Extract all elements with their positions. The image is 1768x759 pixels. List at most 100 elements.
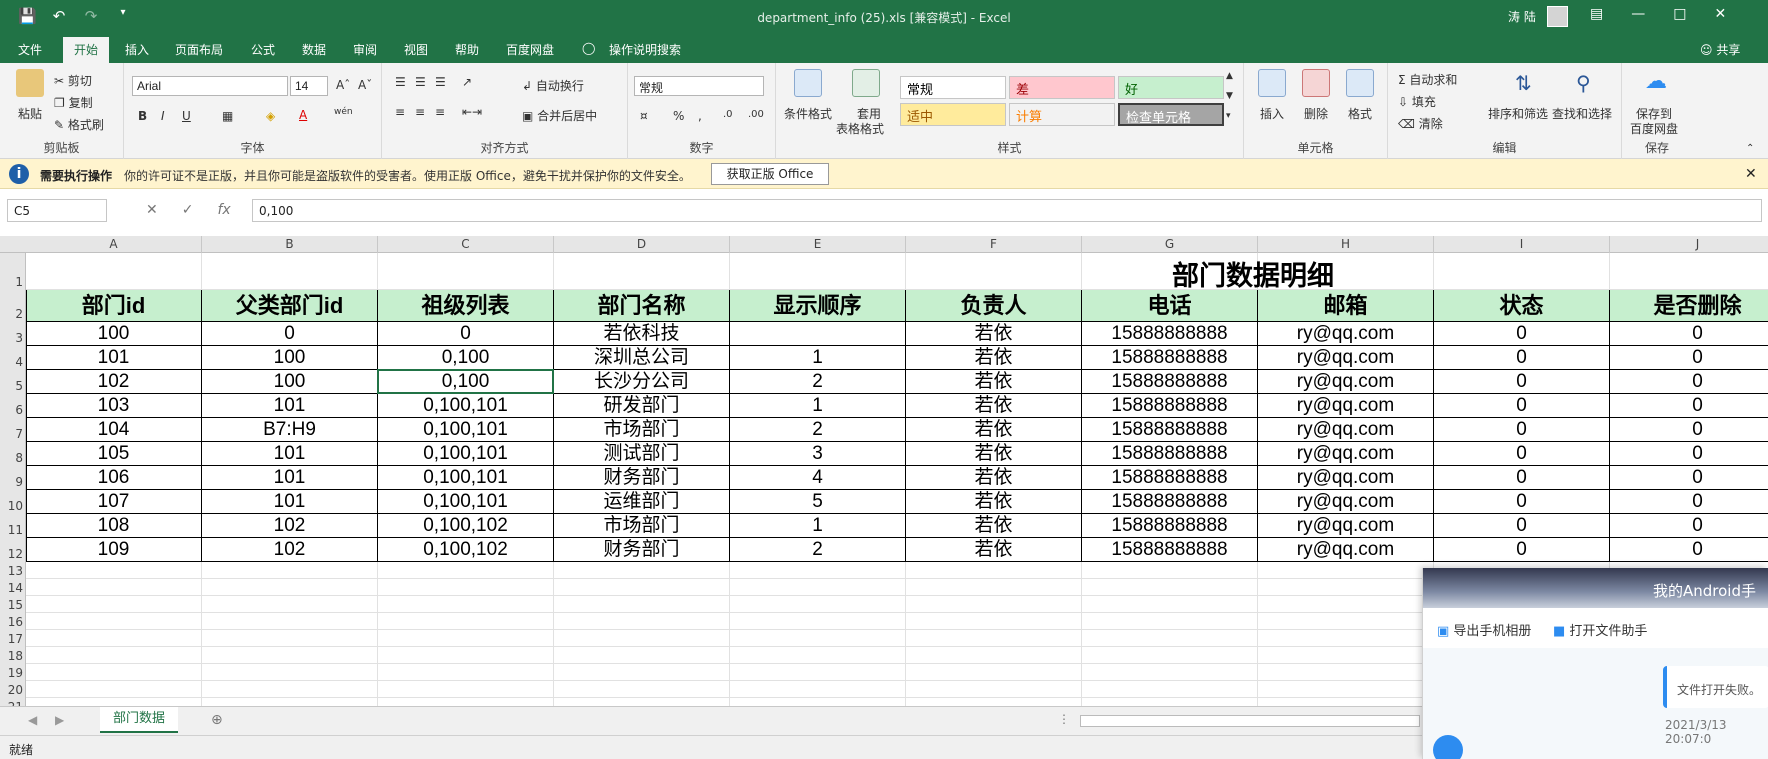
align-center-icon[interactable]: ≡: [415, 105, 425, 119]
formula-input[interactable]: 0,100: [252, 199, 1762, 222]
table-cell[interactable]: 5: [730, 490, 906, 514]
table-cell[interactable]: 15888888888: [1082, 346, 1258, 370]
table-cell[interactable]: 0,100,102: [378, 514, 554, 538]
row-header[interactable]: 14: [0, 581, 26, 595]
table-cell[interactable]: 4: [730, 466, 906, 490]
name-box[interactable]: C5: [7, 199, 107, 222]
tab-formulas[interactable]: 公式: [251, 41, 275, 58]
table-cell[interactable]: 15888888888: [1082, 418, 1258, 442]
table-cell[interactable]: 测试部门: [554, 442, 730, 466]
column-header[interactable]: C: [378, 236, 554, 253]
table-cell[interactable]: ry@qq.com: [1258, 466, 1434, 490]
open-file-assistant-button[interactable]: ■ 打开文件助手: [1553, 620, 1647, 639]
table-cell[interactable]: 若依科技: [554, 322, 730, 346]
row-header[interactable]: 15: [0, 598, 26, 612]
table-cell[interactable]: 101: [202, 490, 378, 514]
column-header[interactable]: F: [906, 236, 1082, 253]
table-cell[interactable]: 0: [1610, 394, 1768, 418]
table-cell[interactable]: 0: [1434, 346, 1610, 370]
confirm-icon[interactable]: ✓: [182, 202, 194, 218]
table-cell[interactable]: 若依: [906, 442, 1082, 466]
column-header[interactable]: B: [202, 236, 378, 253]
table-cell[interactable]: 若依: [906, 514, 1082, 538]
table-cell[interactable]: 财务部门: [554, 466, 730, 490]
table-cell[interactable]: 1: [730, 514, 906, 538]
table-cell[interactable]: 105: [26, 442, 202, 466]
number-format-select[interactable]: 常规: [634, 76, 764, 96]
table-cell[interactable]: 0,100: [378, 346, 554, 370]
table-cell[interactable]: 15888888888: [1082, 466, 1258, 490]
table-cell[interactable]: 1: [730, 346, 906, 370]
format-cells-button[interactable]: 格式: [1348, 105, 1372, 122]
table-header-cell[interactable]: 父类部门id: [202, 290, 378, 322]
bold-button[interactable]: B: [138, 109, 147, 123]
column-header[interactable]: I: [1434, 236, 1610, 253]
table-cell[interactable]: 0: [1610, 370, 1768, 394]
style-bad[interactable]: 差: [1009, 76, 1115, 99]
table-cell[interactable]: 0,100,101: [378, 418, 554, 442]
row-header[interactable]: 13: [0, 564, 26, 578]
table-cell[interactable]: ry@qq.com: [1258, 490, 1434, 514]
table-cell[interactable]: 2: [730, 418, 906, 442]
find-select-button[interactable]: 查找和选择: [1552, 105, 1612, 122]
styles-more-icon[interactable]: ▾: [1226, 111, 1231, 121]
align-right-icon[interactable]: ≡: [435, 105, 445, 119]
row-header[interactable]: 10: [0, 499, 26, 513]
table-header-cell[interactable]: 显示顺序: [730, 290, 906, 322]
column-header[interactable]: A: [26, 236, 202, 253]
table-cell[interactable]: 15888888888: [1082, 514, 1258, 538]
row-header[interactable]: 12: [0, 547, 26, 561]
tab-file[interactable]: 文件: [18, 41, 42, 58]
cut-button[interactable]: ✂ 剪切: [54, 72, 92, 89]
table-cell[interactable]: 0: [1434, 514, 1610, 538]
conditional-format-button[interactable]: 条件格式: [784, 105, 832, 122]
align-bottom-icon[interactable]: ☰: [435, 75, 446, 89]
row-header[interactable]: 17: [0, 632, 26, 646]
table-cell[interactable]: 0,100,101: [378, 490, 554, 514]
tab-view[interactable]: 视图: [404, 41, 428, 58]
tab-review[interactable]: 审阅: [353, 41, 377, 58]
table-cell[interactable]: 若依: [906, 418, 1082, 442]
table-cell[interactable]: ry@qq.com: [1258, 514, 1434, 538]
table-cell[interactable]: ry@qq.com: [1258, 370, 1434, 394]
row-header[interactable]: 18: [0, 649, 26, 663]
next-sheet-icon[interactable]: ▶: [55, 713, 64, 727]
indent-icon[interactable]: ⇤⇥: [462, 105, 482, 119]
row-header[interactable]: 5: [0, 379, 26, 393]
table-cell[interactable]: [730, 322, 906, 346]
table-cell[interactable]: 市场部门: [554, 514, 730, 538]
table-cell[interactable]: 0: [202, 322, 378, 346]
increase-font-icon[interactable]: Aˆ: [336, 78, 350, 92]
row-header[interactable]: 11: [0, 523, 26, 537]
table-cell[interactable]: 100: [26, 322, 202, 346]
table-cell[interactable]: B7:H9: [202, 418, 378, 442]
table-cell[interactable]: 0: [1610, 322, 1768, 346]
italic-button[interactable]: I: [161, 109, 165, 123]
increase-decimal-icon[interactable]: .0: [723, 109, 733, 120]
style-good[interactable]: 好: [1118, 76, 1224, 99]
user-name[interactable]: 涛 陆: [1508, 8, 1536, 25]
underline-button[interactable]: U: [182, 109, 191, 123]
table-cell[interactable]: 2: [730, 370, 906, 394]
copy-button[interactable]: ❐ 复制: [54, 94, 93, 111]
export-photos-button[interactable]: ▣ 导出手机相册: [1437, 620, 1531, 639]
table-cell[interactable]: 若依: [906, 490, 1082, 514]
percent-icon[interactable]: %: [673, 109, 684, 123]
table-cell[interactable]: 0,100,101: [378, 466, 554, 490]
decrease-decimal-icon[interactable]: .00: [748, 109, 764, 120]
table-cell[interactable]: ry@qq.com: [1258, 418, 1434, 442]
table-cell[interactable]: 101: [202, 466, 378, 490]
table-header-cell[interactable]: 电话: [1082, 290, 1258, 322]
row-header[interactable]: 8: [0, 451, 26, 465]
table-cell[interactable]: 0: [1434, 418, 1610, 442]
align-middle-icon[interactable]: ☰: [415, 75, 426, 89]
style-check-cell[interactable]: 检查单元格: [1118, 103, 1224, 126]
table-format-button-2[interactable]: 表格格式: [836, 120, 884, 137]
paste-button[interactable]: 粘贴: [18, 105, 42, 122]
delete-cells-button[interactable]: 删除: [1304, 105, 1328, 122]
ribbon-display-icon[interactable]: ▤: [1590, 6, 1603, 22]
table-cell[interactable]: 0: [1434, 466, 1610, 490]
comma-icon[interactable]: ,: [698, 109, 702, 123]
fill-color-icon[interactable]: ◈: [266, 109, 275, 123]
insert-function-button[interactable]: fx: [217, 202, 230, 218]
